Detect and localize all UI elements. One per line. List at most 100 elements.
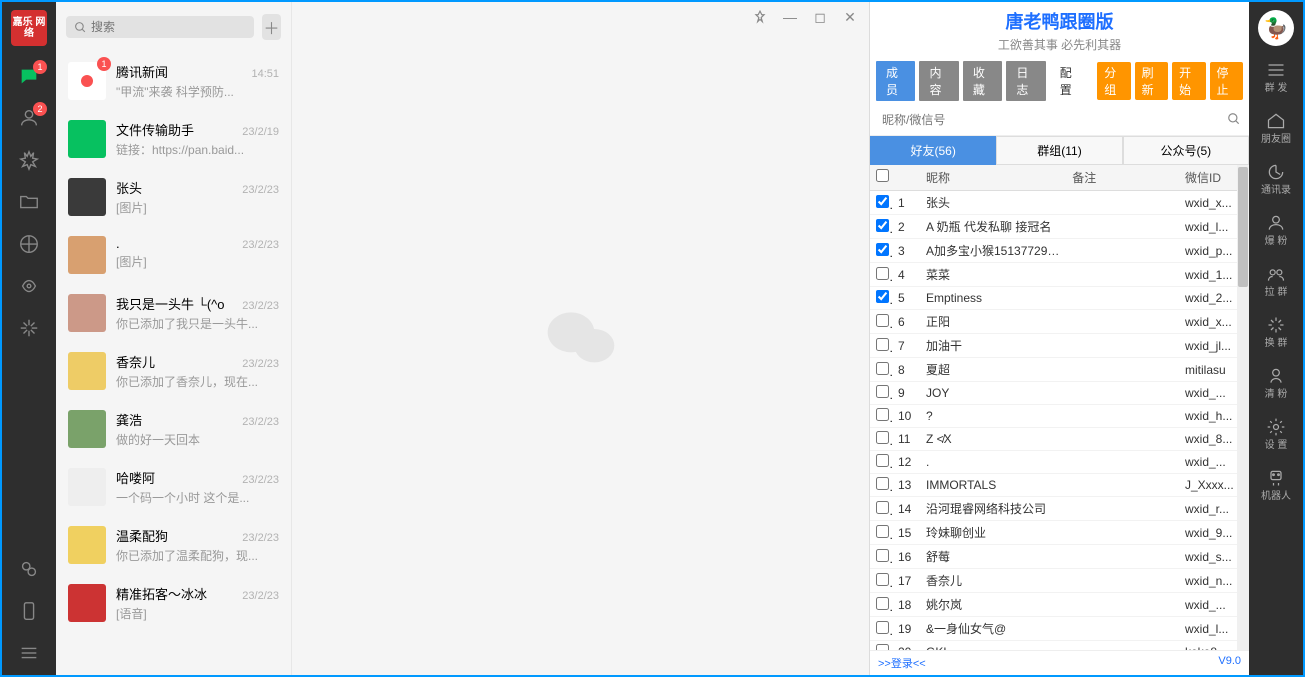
row-checkbox[interactable] bbox=[876, 195, 889, 208]
right-nav-item[interactable]: 设 置 bbox=[1265, 417, 1288, 452]
row-checkbox[interactable] bbox=[876, 362, 889, 375]
table-row[interactable]: 10?wxid_h... bbox=[870, 405, 1249, 428]
row-checkbox[interactable] bbox=[876, 477, 889, 490]
table-row[interactable]: 19 &一身仙女气@wxid_l... bbox=[870, 617, 1249, 641]
table-row[interactable]: 15玲妹聊创业wxid_9... bbox=[870, 521, 1249, 545]
row-index: 13 bbox=[892, 475, 920, 495]
row-checkbox[interactable] bbox=[876, 597, 889, 610]
table-row[interactable]: 16舒莓wxid_s... bbox=[870, 545, 1249, 569]
row-nick: 舒莓 bbox=[920, 545, 1066, 568]
row-checkbox[interactable] bbox=[876, 243, 889, 256]
chat-item[interactable]: 香奈儿23/2/23你已添加了香奈儿，现在... bbox=[56, 342, 291, 400]
chat-item[interactable]: 1腾讯新闻14:51"甲流"来袭 科学预防... bbox=[56, 52, 291, 110]
nav-sparkle-icon[interactable] bbox=[17, 316, 41, 340]
table-row[interactable]: 4菜菜wxid_1... bbox=[870, 263, 1249, 287]
nav-contacts-icon[interactable]: 2 bbox=[17, 106, 41, 130]
nav-miniprogram-icon[interactable] bbox=[17, 557, 41, 581]
table-row[interactable]: 18姚尔岚wxid_... bbox=[870, 593, 1249, 617]
minimize-button[interactable]: — bbox=[777, 6, 803, 28]
chat-item[interactable]: 张头23/2/23[图片] bbox=[56, 168, 291, 226]
action-refresh[interactable]: 刷新 bbox=[1135, 62, 1168, 100]
row-checkbox[interactable] bbox=[876, 549, 889, 562]
sub-tab-official[interactable]: 公众号(5) bbox=[1123, 136, 1249, 165]
row-note bbox=[1066, 319, 1179, 325]
table-row[interactable]: 2A 奶瓶 代发私聊 接冠名wxid_l... bbox=[870, 215, 1249, 239]
chat-item[interactable]: .23/2/23[图片] bbox=[56, 226, 291, 284]
tab-logs[interactable]: 日志 bbox=[1006, 61, 1045, 101]
right-nav-item[interactable]: 机器人 bbox=[1261, 468, 1291, 503]
sub-tab-friends[interactable]: 好友(56) bbox=[870, 136, 996, 165]
chat-badge: 1 bbox=[33, 60, 47, 74]
search-input[interactable] bbox=[91, 20, 246, 34]
right-nav-item[interactable]: 朋友圈 bbox=[1261, 111, 1291, 146]
row-checkbox[interactable] bbox=[876, 267, 889, 280]
right-nav-item[interactable]: 通讯录 bbox=[1261, 162, 1291, 197]
new-chat-button[interactable]: ＋ bbox=[262, 14, 281, 40]
table-row[interactable]: 1张头wxid_x... bbox=[870, 191, 1249, 215]
nav-search-big-icon[interactable] bbox=[17, 274, 41, 298]
row-checkbox[interactable] bbox=[876, 338, 889, 351]
row-checkbox[interactable] bbox=[876, 290, 889, 303]
row-checkbox[interactable] bbox=[876, 454, 889, 467]
table-row[interactable]: 14沿河琨睿网络科技公司wxid_r... bbox=[870, 497, 1249, 521]
row-checkbox[interactable] bbox=[876, 385, 889, 398]
right-nav-item[interactable]: 群 发 bbox=[1265, 60, 1288, 95]
action-stop[interactable]: 停止 bbox=[1210, 62, 1243, 100]
tool-search-input[interactable] bbox=[878, 109, 1227, 131]
row-checkbox[interactable] bbox=[876, 408, 889, 421]
chat-item[interactable]: 我只是一头牛 └(^o23/2/23你已添加了我只是一头牛... bbox=[56, 284, 291, 342]
table-row[interactable]: 11Z ≮Xwxid_8... bbox=[870, 428, 1249, 451]
chat-item[interactable]: 温柔配狗23/2/23你已添加了温柔配狗，现... bbox=[56, 516, 291, 574]
tab-config[interactable]: 配置 bbox=[1050, 61, 1089, 101]
action-start[interactable]: 开始 bbox=[1172, 62, 1205, 100]
table-row[interactable]: 12.wxid_... bbox=[870, 451, 1249, 474]
nav-chat-icon[interactable]: 1 bbox=[17, 64, 41, 88]
right-nav-item[interactable]: 换 群 bbox=[1265, 315, 1288, 350]
chat-item[interactable]: 精准拓客～冰冰23/2/23[语音] bbox=[56, 574, 291, 632]
tab-content[interactable]: 内容 bbox=[919, 61, 958, 101]
action-group[interactable]: 分组 bbox=[1097, 62, 1130, 100]
table-row[interactable]: 5Emptinesswxid_2... bbox=[870, 287, 1249, 310]
chat-item[interactable]: 文件传输助手23/2/19链接：https://pan.baid... bbox=[56, 110, 291, 168]
right-nav-item[interactable]: 清 粉 bbox=[1265, 366, 1288, 401]
row-checkbox[interactable] bbox=[876, 501, 889, 514]
close-button[interactable]: ✕ bbox=[837, 6, 863, 28]
row-checkbox[interactable] bbox=[876, 314, 889, 327]
login-link[interactable]: >>登录<< bbox=[878, 655, 926, 671]
chat-item[interactable]: 哈喽阿23/2/23一个码一个小时 这个是... bbox=[56, 458, 291, 516]
row-checkbox[interactable] bbox=[876, 573, 889, 586]
table-row[interactable]: 17香奈儿wxid_n... bbox=[870, 569, 1249, 593]
chat-name: 温柔配狗 bbox=[116, 526, 168, 545]
tab-favorites[interactable]: 收藏 bbox=[963, 61, 1002, 101]
tab-members[interactable]: 成员 bbox=[876, 61, 915, 101]
select-all-checkbox[interactable] bbox=[876, 169, 889, 182]
table-row[interactable]: 8夏超mitilasu bbox=[870, 358, 1249, 382]
row-checkbox[interactable] bbox=[876, 644, 889, 650]
chat-item[interactable]: 龚浩23/2/23做的好一天回本 bbox=[56, 400, 291, 458]
nav-moments-icon[interactable] bbox=[17, 232, 41, 256]
right-nav-item[interactable]: 拉 群 bbox=[1265, 264, 1288, 299]
table-scrollbar[interactable] bbox=[1237, 165, 1249, 650]
table-row[interactable]: 9JOYwxid_... bbox=[870, 382, 1249, 405]
search-icon[interactable] bbox=[1227, 112, 1241, 129]
nav-files-icon[interactable] bbox=[17, 190, 41, 214]
row-checkbox[interactable] bbox=[876, 431, 889, 444]
table-row[interactable]: 7加油干wxid_jl... bbox=[870, 334, 1249, 358]
table-row[interactable]: 3A加多宝小猴15137729913wxid_p... bbox=[870, 239, 1249, 263]
row-checkbox[interactable] bbox=[876, 525, 889, 538]
maximize-button[interactable]: ◻ bbox=[807, 6, 833, 28]
sub-tab-groups[interactable]: 群组(11) bbox=[996, 136, 1122, 165]
nav-favorites-icon[interactable] bbox=[17, 148, 41, 172]
pin-button[interactable] bbox=[747, 6, 773, 28]
row-checkbox[interactable] bbox=[876, 621, 889, 634]
chat-list[interactable]: 1腾讯新闻14:51"甲流"来袭 科学预防...文件传输助手23/2/19链接：… bbox=[56, 52, 291, 675]
table-row[interactable]: 13IMMORTALSJ_Xxxx... bbox=[870, 474, 1249, 497]
row-checkbox[interactable] bbox=[876, 219, 889, 232]
nav-menu-icon[interactable] bbox=[17, 641, 41, 665]
table-row[interactable]: 6正阳wxid_x... bbox=[870, 310, 1249, 334]
search-input-wrap[interactable] bbox=[66, 16, 254, 38]
col-nick: 昵称 bbox=[920, 165, 1066, 190]
nav-phone-icon[interactable] bbox=[17, 599, 41, 623]
right-nav-item[interactable]: 爆 粉 bbox=[1265, 213, 1288, 248]
table-row[interactable]: 20GKLkeke8... bbox=[870, 641, 1249, 650]
